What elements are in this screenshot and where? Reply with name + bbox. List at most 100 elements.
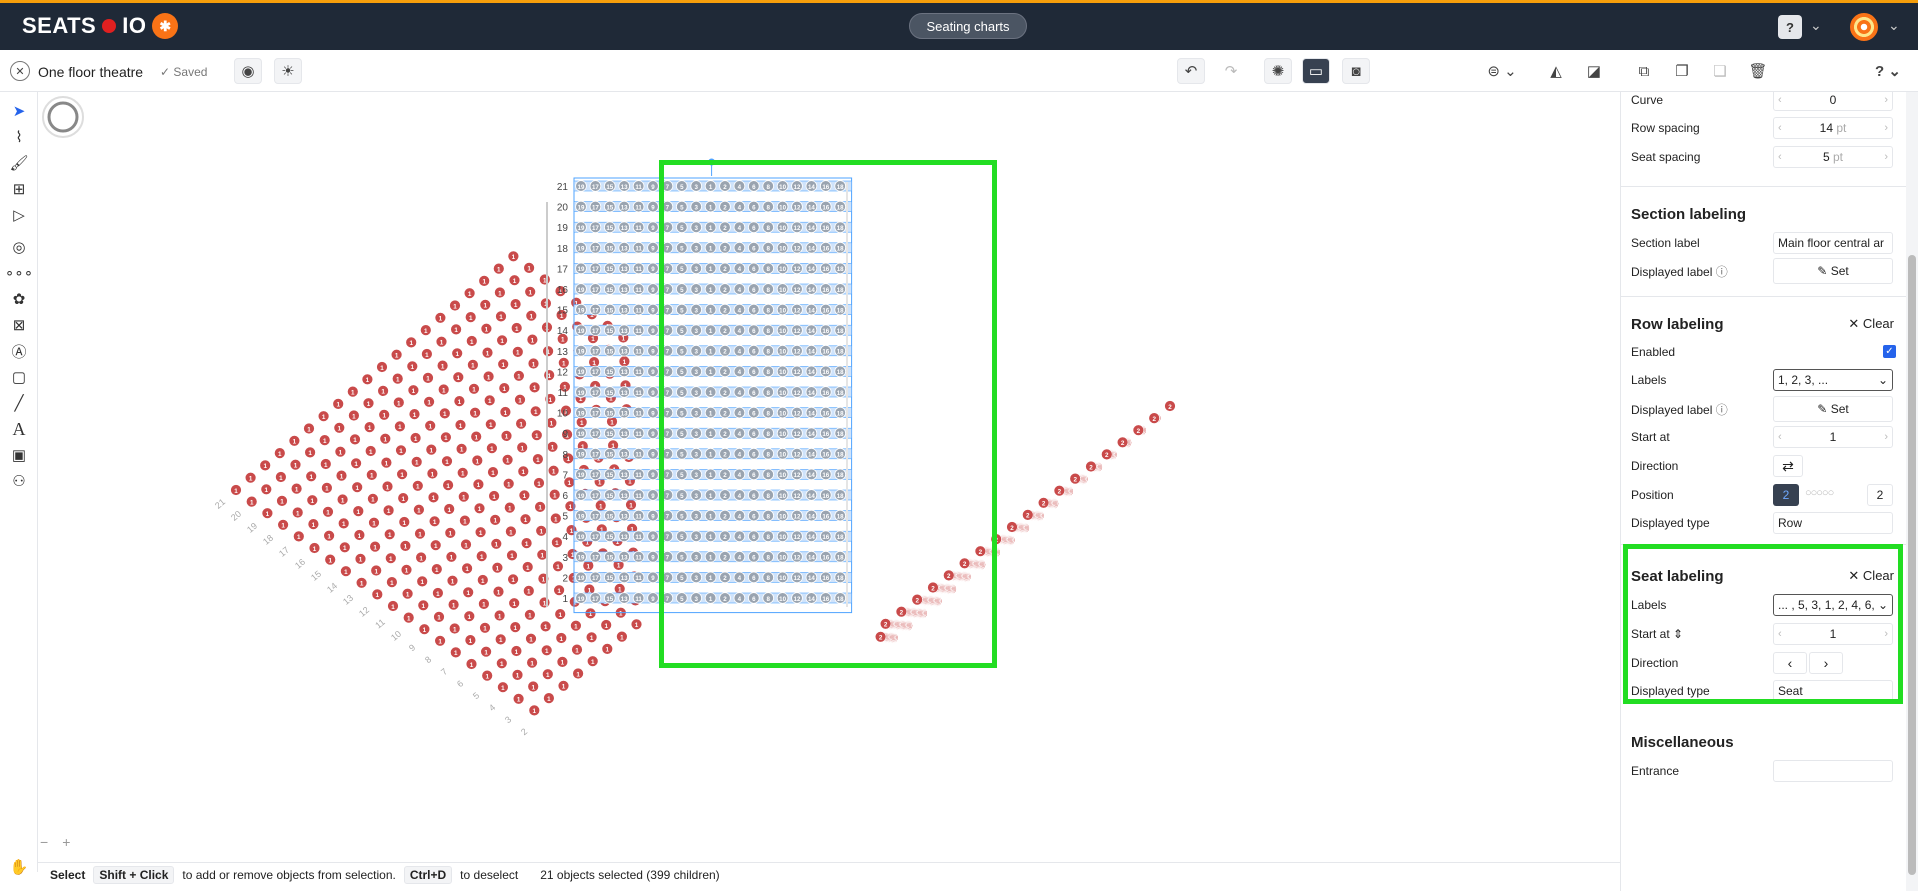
row-tool-icon[interactable]: ∘∘∘: [5, 262, 33, 284]
seat-left-label[interactable]: 1: [486, 350, 490, 357]
seat-left-label[interactable]: 1: [590, 635, 594, 642]
seat-left-label[interactable]: 1: [412, 388, 416, 395]
seat-center-label[interactable]: 8: [766, 287, 770, 294]
seat-center-label[interactable]: 12: [794, 184, 801, 191]
seat-center-label[interactable]: 11: [635, 390, 642, 397]
seat-center-label[interactable]: 10: [779, 184, 786, 191]
seat-left-label[interactable]: 1: [542, 576, 546, 583]
seat-left-label[interactable]: 1: [326, 510, 330, 517]
seat-right-label[interactable]: 2: [1121, 440, 1125, 447]
seat-center-label[interactable]: 8: [766, 204, 770, 211]
seat-center-label[interactable]: 2: [723, 493, 727, 500]
seat-center-label[interactable]: 18: [837, 307, 844, 314]
close-icon[interactable]: ✕: [10, 61, 30, 81]
seat-center-label[interactable]: 6: [752, 369, 756, 376]
seat-center-label[interactable]: 1: [709, 184, 713, 191]
seat-left-label[interactable]: 1: [353, 437, 357, 444]
seat-center-label[interactable]: 10: [779, 307, 786, 314]
seat-left-label[interactable]: 1: [480, 554, 484, 561]
seat-left-label[interactable]: 1: [568, 480, 572, 487]
seat-center-label[interactable]: 7: [666, 266, 670, 273]
seat-center-label[interactable]: 19: [578, 204, 585, 211]
seat-center-label[interactable]: 4: [738, 328, 742, 335]
row-clear-button[interactable]: ✕ Clear: [1848, 316, 1894, 332]
seat-center-label[interactable]: 4: [738, 493, 742, 500]
seat-left-label[interactable]: 1: [443, 411, 447, 418]
seat-center-label[interactable]: 2: [723, 534, 727, 541]
row-spacing-stepper[interactable]: ‹ 14 pt ›: [1773, 117, 1893, 139]
seat-left-label[interactable]: 1: [469, 638, 473, 645]
seat-center-label[interactable]: 19: [578, 246, 585, 253]
seatsio-logo[interactable]: SEATS IO ✱: [22, 13, 179, 39]
seat-center-label[interactable]: 3: [694, 472, 698, 479]
seat-left-label[interactable]: 1: [485, 673, 489, 680]
brush-tool-icon[interactable]: 🖌: [8, 152, 30, 174]
seat-center-label[interactable]: 12: [794, 349, 801, 356]
seat-left-label[interactable]: 1: [250, 499, 254, 506]
seat-center-label[interactable]: 8: [766, 184, 770, 191]
seat-center-label[interactable]: 8: [766, 328, 770, 335]
seat-center-label[interactable]: 14: [808, 287, 815, 294]
entrance-input[interactable]: [1773, 760, 1893, 782]
seat-left-label[interactable]: 1: [518, 398, 522, 405]
seat-left-label[interactable]: 1: [587, 563, 591, 570]
seat-center-label[interactable]: 12: [794, 369, 801, 376]
help-menu-icon[interactable]: ? ⌄: [1870, 58, 1906, 84]
seat-center-label[interactable]: 5: [680, 287, 684, 294]
seat-center-label[interactable]: 15: [606, 225, 613, 232]
seat-right-label[interactable]: 2: [915, 597, 919, 604]
seat-center-label[interactable]: 5: [680, 390, 684, 397]
seat-center-label[interactable]: 13: [621, 534, 628, 541]
seat-center-label[interactable]: 16: [822, 225, 829, 232]
seat-center-label[interactable]: 13: [621, 596, 628, 603]
seat-center-label[interactable]: 2: [723, 307, 727, 314]
seat-center-label[interactable]: 18: [837, 204, 844, 211]
seat-left-label[interactable]: 1: [591, 336, 595, 343]
seat-center-label[interactable]: 1: [709, 266, 713, 273]
seat-left-label[interactable]: 1: [371, 497, 375, 504]
seat-center-label[interactable]: 3: [694, 410, 698, 417]
curve-stepper[interactable]: ‹ 0 ›: [1773, 92, 1893, 111]
seat-center-label[interactable]: 15: [606, 349, 613, 356]
seat-center-label[interactable]: 4: [738, 307, 742, 314]
seat-center-label[interactable]: 2: [723, 349, 727, 356]
seat-left-label[interactable]: 1: [399, 448, 403, 455]
seat-center-label[interactable]: 14: [808, 555, 815, 562]
seat-center-label[interactable]: 11: [635, 575, 642, 582]
seat-left-label[interactable]: 1: [385, 460, 389, 467]
seat-center-label[interactable]: 11: [635, 596, 642, 603]
seat-left-label[interactable]: 1: [340, 473, 344, 480]
seat-center-label[interactable]: 17: [592, 534, 599, 541]
seat-center-label[interactable]: 12: [794, 390, 801, 397]
seat-left-label[interactable]: 1: [527, 589, 531, 596]
seat-center-label[interactable]: 11: [635, 493, 642, 500]
seat-center-label[interactable]: 12: [794, 493, 801, 500]
seat-center-label[interactable]: 18: [837, 555, 844, 562]
seat-left-label[interactable]: 1: [406, 592, 410, 599]
seat-center-label[interactable]: 9: [651, 266, 655, 273]
seat-left-label[interactable]: 1: [324, 462, 328, 469]
seat-center-label[interactable]: 13: [621, 555, 628, 562]
seat-center-label[interactable]: 8: [766, 369, 770, 376]
seat-right-label[interactable]: 2: [1105, 452, 1109, 459]
seat-left-label[interactable]: 1: [344, 569, 348, 576]
seat-left-label[interactable]: 1: [552, 469, 556, 476]
section-set-button[interactable]: ✎ Set: [1773, 258, 1893, 284]
seat-center-label[interactable]: 14: [808, 534, 815, 541]
direction-left-icon[interactable]: ‹: [1773, 652, 1807, 674]
seat-left-label[interactable]: 1: [501, 685, 505, 692]
seat-center-label[interactable]: 19: [578, 410, 585, 417]
zoom-in-icon[interactable]: +: [62, 834, 70, 850]
seat-center-label[interactable]: 11: [635, 349, 642, 356]
seat-center-label[interactable]: 14: [808, 328, 815, 335]
seat-center-label[interactable]: 8: [766, 493, 770, 500]
help-button[interactable]: ?: [1778, 15, 1802, 39]
seat-center-label[interactable]: 10: [779, 246, 786, 253]
seat-center-label[interactable]: 7: [666, 513, 670, 520]
undo-icon[interactable]: ↶: [1177, 58, 1205, 84]
seat-center-label[interactable]: 1: [709, 534, 713, 541]
seat-center-label[interactable]: 19: [578, 555, 585, 562]
seat-center-label[interactable]: 13: [621, 225, 628, 232]
seat-center-label[interactable]: 8: [766, 349, 770, 356]
seat-left-label[interactable]: 1: [503, 386, 507, 393]
